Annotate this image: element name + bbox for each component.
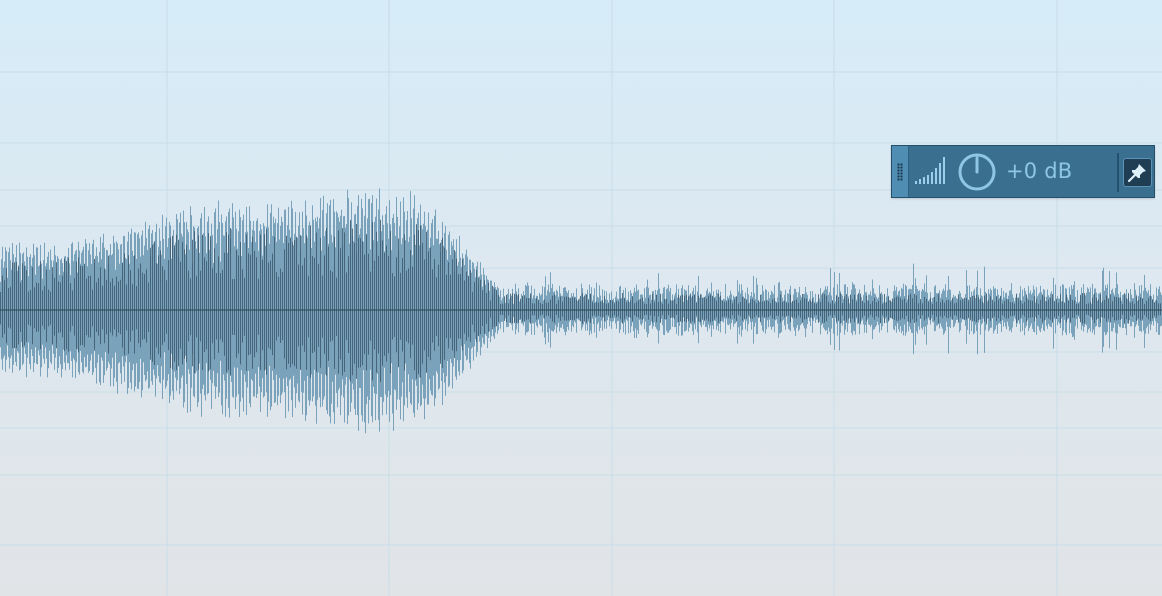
drag-grip[interactable] [892,146,909,197]
gain-value-label: +0 dB [1006,159,1073,183]
audio-editor[interactable]: +0 dB [0,0,1162,596]
audio-waveform[interactable] [0,0,1162,596]
gain-knob-icon[interactable] [957,152,997,192]
hud-divider [1117,153,1119,192]
volume-level-icon [915,157,945,184]
pin-button[interactable] [1123,158,1152,187]
pin-icon [1127,164,1146,183]
gain-hud[interactable]: +0 dB [891,145,1155,198]
drag-grip-icon [897,163,903,181]
waveform-trace [0,188,1162,434]
